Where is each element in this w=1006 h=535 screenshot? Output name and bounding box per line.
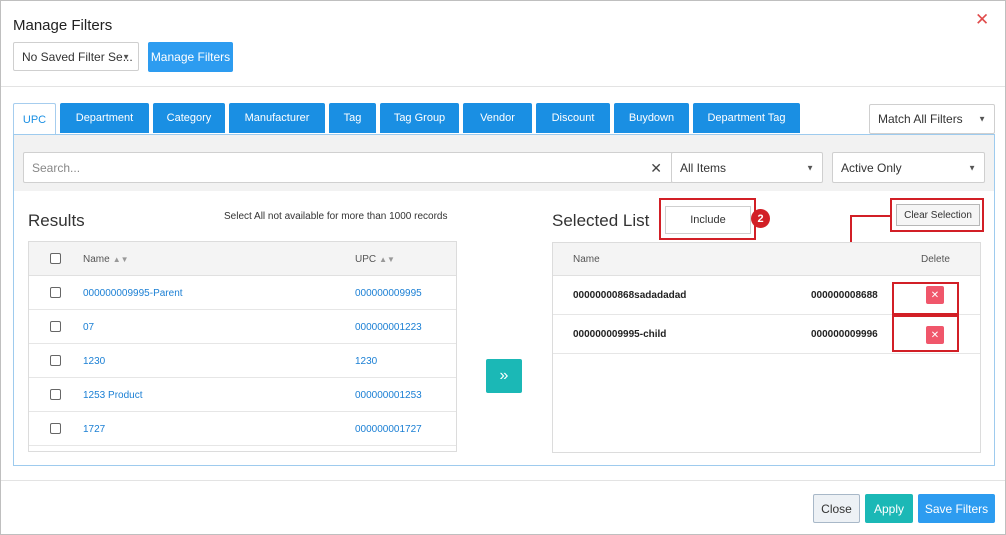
table-row[interactable]: 000000009995-Parent 000000009995 (29, 276, 456, 310)
upc-column-header[interactable]: UPC ▲▼ (355, 254, 395, 265)
filter-tabs: UPC Department Category Manufacturer Tag… (13, 103, 804, 135)
manage-filters-button[interactable]: Manage Filters (148, 42, 233, 72)
row-upc[interactable]: 000000009995 (355, 288, 422, 299)
delete-column-header: Delete (921, 254, 950, 265)
row-name[interactable]: 000000009995-Parent (83, 288, 183, 299)
filter-panel: Search... ✕ All Items ▼ Active Only ▼ Re… (13, 134, 995, 466)
select-all-checkbox[interactable] (50, 253, 61, 264)
upc-column-label: UPC (355, 254, 377, 265)
row-checkbox[interactable] (50, 355, 61, 366)
results-title: Results (28, 211, 85, 230)
selected-table-header: Name Delete (553, 243, 980, 276)
row-checkbox[interactable] (50, 287, 61, 298)
selected-row-upc: 000000009996 (811, 329, 878, 340)
include-toggle-button[interactable]: Include (665, 206, 751, 234)
footer-divider (1, 480, 1005, 481)
selected-name-column-header: Name (573, 254, 600, 265)
name-column-label: Name (83, 254, 110, 265)
apply-button[interactable]: Apply (865, 494, 913, 523)
tab-category[interactable]: Category (153, 103, 225, 133)
tab-discount[interactable]: Discount (536, 103, 610, 133)
tab-manufacturer[interactable]: Manufacturer (229, 103, 325, 133)
row-checkbox[interactable] (50, 389, 61, 400)
status-select[interactable]: Active Only ▼ (832, 152, 985, 183)
table-row[interactable]: 1253 Product 000000001253 (29, 378, 456, 412)
saved-filter-select-value: No Saved Filter Se... (22, 49, 133, 64)
row-upc[interactable]: 1230 (355, 356, 377, 367)
search-bar: Search... ✕ All Items ▼ Active Only ▼ (14, 135, 994, 191)
clear-selection-button[interactable]: Clear Selection (896, 204, 980, 226)
save-filters-button[interactable]: Save Filters (918, 494, 995, 523)
items-select[interactable]: All Items ▼ (671, 152, 823, 183)
tab-tag[interactable]: Tag (329, 103, 376, 133)
chevron-down-icon: ▼ (806, 163, 814, 172)
manage-filters-dialog: Manage Filters ✕ No Saved Filter Se... ▼… (0, 0, 1006, 535)
table-row[interactable]: 07 000000001223 (29, 310, 456, 344)
row-name[interactable]: 1253 Product (83, 390, 143, 401)
row-upc[interactable]: 000000001727 (355, 424, 422, 435)
table-row[interactable]: 1727 000000001727 (29, 412, 456, 446)
clear-search-icon[interactable]: ✕ (650, 160, 662, 177)
selected-row-name: 000000009995-child (573, 329, 667, 340)
chevron-down-icon: ▼ (122, 52, 130, 61)
search-input[interactable]: Search... ✕ (23, 152, 673, 183)
callout-marker-2: 2 (751, 209, 770, 228)
annotation-box-clear: Clear Selection (890, 198, 984, 232)
tab-tag-group[interactable]: Tag Group (380, 103, 459, 133)
match-filters-select-value: Match All Filters (878, 112, 963, 126)
annotation-box-delete (892, 315, 959, 352)
status-select-value: Active Only (841, 160, 902, 175)
annotation-box-include: Include (659, 198, 756, 240)
close-icon[interactable]: ✕ (975, 11, 989, 28)
tab-department[interactable]: Department (60, 103, 149, 133)
sort-icon: ▲▼ (379, 255, 395, 264)
tab-upc[interactable]: UPC (13, 103, 56, 135)
tab-vendor[interactable]: Vendor (463, 103, 532, 133)
results-note: Select All not available for more than 1… (224, 211, 448, 222)
row-name[interactable]: 1727 (83, 424, 105, 435)
double-chevron-right-icon: » (499, 367, 509, 384)
add-to-selected-button[interactable]: » (486, 359, 522, 393)
selected-row-name: 00000000868sadadadad (573, 290, 687, 301)
name-column-header[interactable]: Name ▲▼ (83, 254, 129, 265)
row-checkbox[interactable] (50, 321, 61, 332)
row-name[interactable]: 07 (83, 322, 94, 333)
search-placeholder: Search... (32, 160, 81, 175)
close-button[interactable]: Close (813, 494, 860, 523)
chevron-down-icon: ▼ (978, 114, 986, 124)
dialog-title: Manage Filters (13, 17, 113, 34)
match-filters-select[interactable]: Match All Filters ▼ (869, 104, 995, 134)
table-row[interactable]: 1230 1230 (29, 344, 456, 378)
items-select-value: All Items (680, 160, 727, 175)
annotation-box-delete (892, 282, 959, 315)
chevron-down-icon: ▼ (968, 163, 976, 172)
sort-icon: ▲▼ (112, 255, 129, 264)
header-divider (1, 86, 1005, 87)
callout-line (850, 215, 891, 217)
row-upc[interactable]: 000000001223 (355, 322, 422, 333)
row-name[interactable]: 1230 (83, 356, 105, 367)
results-table-header: Name ▲▼ UPC ▲▼ (29, 242, 456, 276)
row-checkbox[interactable] (50, 423, 61, 434)
results-table: Name ▲▼ UPC ▲▼ 000000009995-Parent 0000000… (28, 241, 457, 452)
saved-filter-select[interactable]: No Saved Filter Se... ▼ (13, 42, 139, 71)
tab-department-tag[interactable]: Department Tag (693, 103, 800, 133)
tab-buydown[interactable]: Buydown (614, 103, 689, 133)
row-upc[interactable]: 000000001253 (355, 390, 422, 401)
selected-row-upc: 000000008688 (811, 290, 878, 301)
selected-list-title: Selected List (552, 211, 650, 230)
